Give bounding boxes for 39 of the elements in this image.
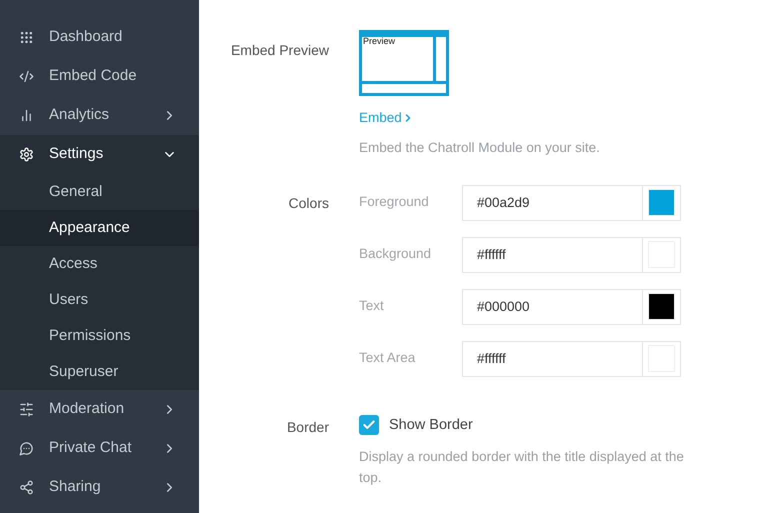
color-input-field[interactable]: #ffffff	[462, 340, 643, 376]
submenu-item[interactable]: Permissions	[0, 318, 199, 354]
preview-label: Preview	[362, 37, 396, 46]
sliders-icon	[19, 402, 34, 417]
color-label: Text	[359, 297, 385, 316]
checkbox[interactable]	[359, 415, 379, 436]
settings-icon	[19, 147, 34, 162]
share-icon	[19, 480, 34, 495]
color-label: Text Area	[359, 349, 416, 368]
field-label: Embed Preview	[230, 41, 329, 60]
color-swatch[interactable]	[648, 189, 675, 216]
field-label: Border	[286, 418, 329, 436]
embed-preview-thumbnail[interactable]: Preview	[359, 30, 449, 96]
submenu-item[interactable]: Users	[0, 282, 199, 318]
sidebar-item[interactable]: Dashboard	[0, 18, 199, 57]
sidebar-item[interactable]: Embed Code	[0, 57, 199, 96]
sidebar-item[interactable]: Moderation	[0, 390, 199, 429]
submenu-item[interactable]: General	[0, 174, 199, 210]
sidebar-item[interactable]: Sharing	[0, 468, 199, 507]
grid-icon	[19, 30, 34, 45]
sidebar-item[interactable]: Private Chat	[0, 429, 199, 468]
sidebar-item[interactable]: Settings	[0, 135, 199, 174]
checkbox-label[interactable]: Show Border	[389, 414, 473, 436]
sidebar-item[interactable]: Analytics	[0, 96, 199, 135]
submenu-item[interactable]: Appearance	[0, 210, 199, 246]
bar-chart-icon	[19, 108, 34, 123]
color-input-field[interactable]: #ffffff	[462, 236, 643, 272]
submenu-item[interactable]: Access	[0, 246, 199, 282]
field-label: Colors	[288, 194, 329, 212]
chat-bubble-icon	[19, 441, 34, 456]
description: Display a rounded border with the title displayed at the top.	[359, 448, 685, 488]
color-swatch[interactable]	[648, 293, 675, 320]
color-label: Background	[359, 245, 432, 264]
description: Embed the Chatroll Module on your site.	[359, 139, 600, 158]
submenu-item[interactable]: Superuser	[0, 354, 199, 390]
code-icon	[19, 69, 34, 84]
color-input-field[interactable]: #000000	[462, 288, 643, 324]
color-input-field[interactable]: #00a2d9	[462, 184, 643, 220]
color-label: Foreground	[359, 193, 430, 212]
